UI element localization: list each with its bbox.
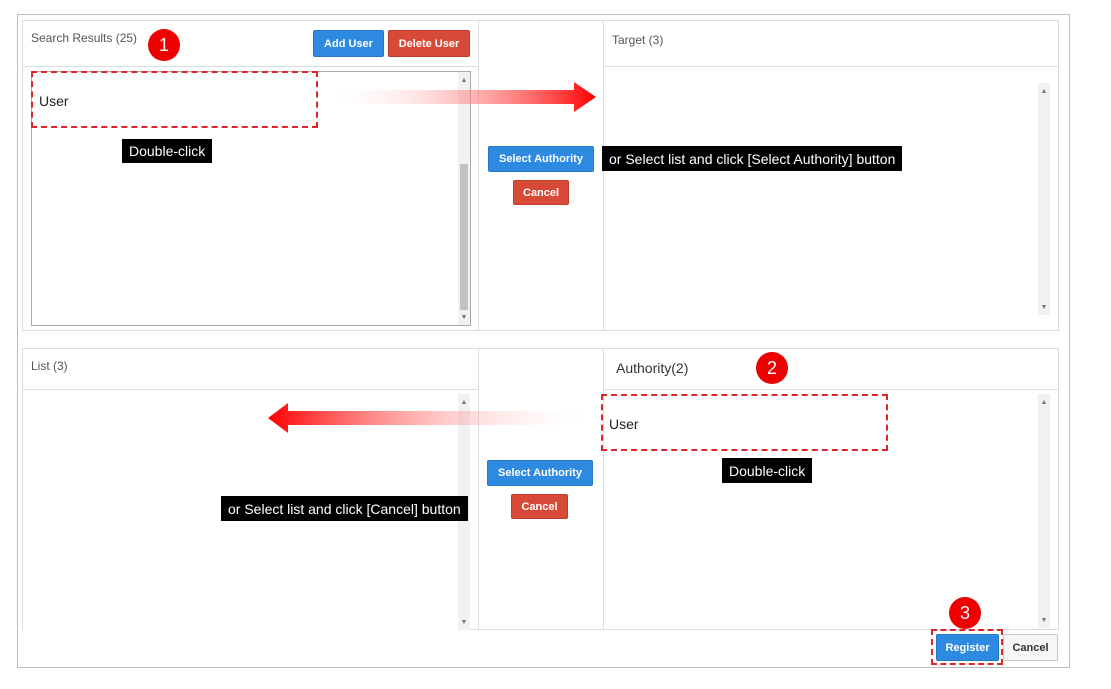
select-authority-button-top[interactable]: Select Authority (488, 146, 594, 172)
search-user-highlight (31, 71, 318, 128)
authority-title: Authority(2) (616, 360, 689, 376)
target-title: Target (3) (612, 33, 664, 47)
double-click-tip-bottom: Double-click (722, 458, 813, 483)
scroll-down-icon[interactable]: ▼ (1038, 301, 1050, 313)
add-user-button[interactable]: Add User (313, 30, 384, 57)
scroll-down-icon[interactable]: ▼ (1038, 614, 1050, 626)
step-2-badge: 2 (756, 352, 788, 384)
search-results-panel: Search Results (25) Add User Delete User… (22, 20, 479, 331)
top-middle-panel (478, 20, 604, 331)
select-authority-button-bottom[interactable]: Select Authority (487, 460, 593, 486)
step-1-badge: 1 (148, 29, 180, 61)
target-header (604, 21, 1058, 67)
cancel-tip: or Select list and click [Cancel] button (221, 496, 468, 521)
arrow-left-icon (268, 403, 594, 433)
scroll-down-icon[interactable]: ▼ (458, 616, 470, 628)
scroll-up-icon[interactable]: ▲ (1038, 85, 1050, 97)
scroll-down-icon[interactable]: ▼ (458, 311, 470, 323)
target-scrollbar[interactable]: ▲ ▼ (1038, 83, 1050, 315)
arrow-right-icon (328, 82, 596, 112)
list-header (23, 349, 478, 390)
scroll-up-icon[interactable]: ▲ (1038, 396, 1050, 408)
target-panel: Target (3) ▲ ▼ (603, 20, 1059, 331)
authority-scrollbar[interactable]: ▲ ▼ (1038, 394, 1050, 628)
step-3-badge: 3 (949, 597, 981, 629)
scroll-thumb[interactable] (460, 164, 468, 310)
search-user-item[interactable]: User (39, 93, 69, 109)
list-title: List (3) (31, 359, 68, 373)
list-panel: List (3) ▲ ▼ (22, 348, 479, 630)
cancel-button[interactable]: Cancel (1003, 634, 1058, 661)
authority-user-item[interactable]: User (609, 416, 639, 432)
cancel-button-bottom[interactable]: Cancel (511, 494, 568, 519)
bottom-middle-panel (478, 348, 604, 630)
delete-user-button[interactable]: Delete User (388, 30, 470, 57)
select-authority-tip: or Select list and click [Select Authori… (602, 146, 903, 171)
cancel-button-top[interactable]: Cancel (513, 180, 569, 205)
double-click-tip-top: Double-click (122, 139, 213, 163)
search-results-title: Search Results (25) (31, 31, 138, 45)
authority-user-highlight (601, 394, 888, 451)
authority-panel: Authority(2) ▲ ▼ (603, 348, 1059, 630)
register-highlight (931, 629, 1003, 665)
target-list[interactable]: ▲ ▼ (612, 83, 1050, 315)
